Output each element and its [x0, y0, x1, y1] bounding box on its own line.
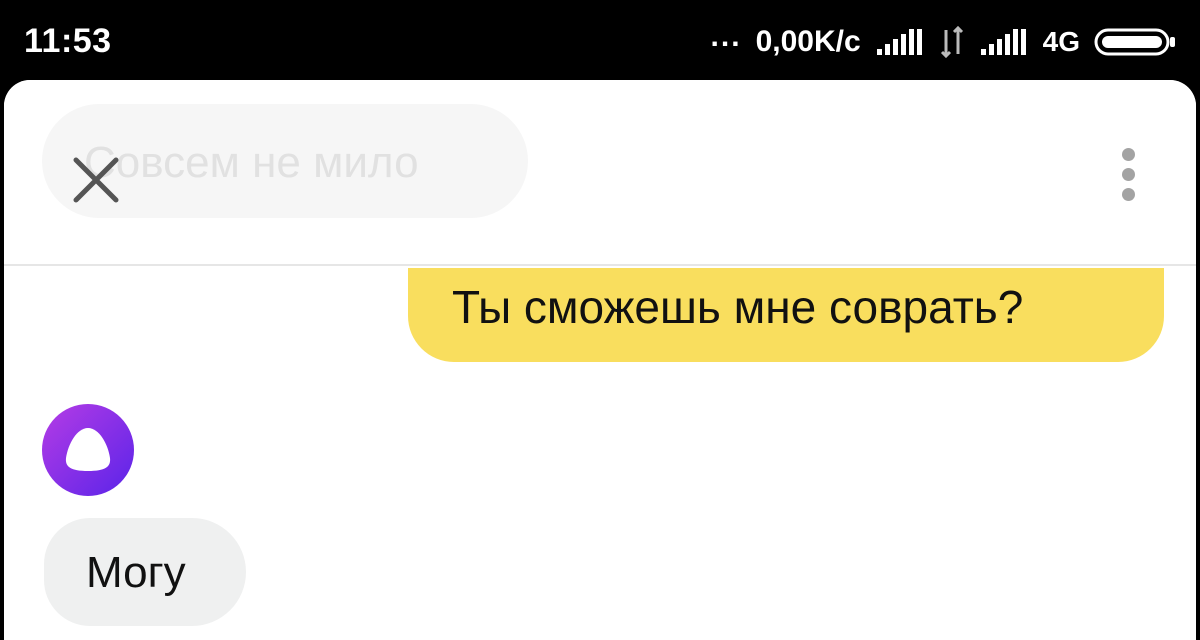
- assistant-message-text: Могу: [86, 548, 186, 597]
- network-speed: 0,00K/c: [755, 25, 861, 58]
- assistant-message-bubble: Могу: [44, 518, 246, 626]
- close-icon[interactable]: [66, 150, 126, 210]
- user-message-text: Ты сможешь мне соврать?: [452, 281, 1024, 333]
- network-type: 4G: [1042, 26, 1080, 57]
- status-indicators: ... 0,00K/c 4G: [711, 20, 1178, 64]
- battery-icon: [1094, 27, 1178, 57]
- signal-icon: [875, 27, 925, 57]
- chat-header: Совсем не мило: [4, 80, 1196, 266]
- signal-icon-2: [979, 27, 1029, 57]
- more-vert-icon[interactable]: [1108, 144, 1148, 204]
- status-bar: 11:53 ... 0,00K/c 4G: [0, 0, 1200, 82]
- data-transfer-icon: [939, 26, 965, 58]
- chat-title: Совсем не мило: [84, 138, 419, 187]
- more-notifications-icon: ...: [710, 20, 742, 53]
- status-time: 11:53: [24, 22, 112, 60]
- alice-icon: [40, 402, 136, 498]
- user-message-bubble: Ты сможешь мне соврать?: [408, 268, 1164, 362]
- chat-sheet: Совсем не мило Ты сможешь мне соврать? М…: [4, 80, 1196, 640]
